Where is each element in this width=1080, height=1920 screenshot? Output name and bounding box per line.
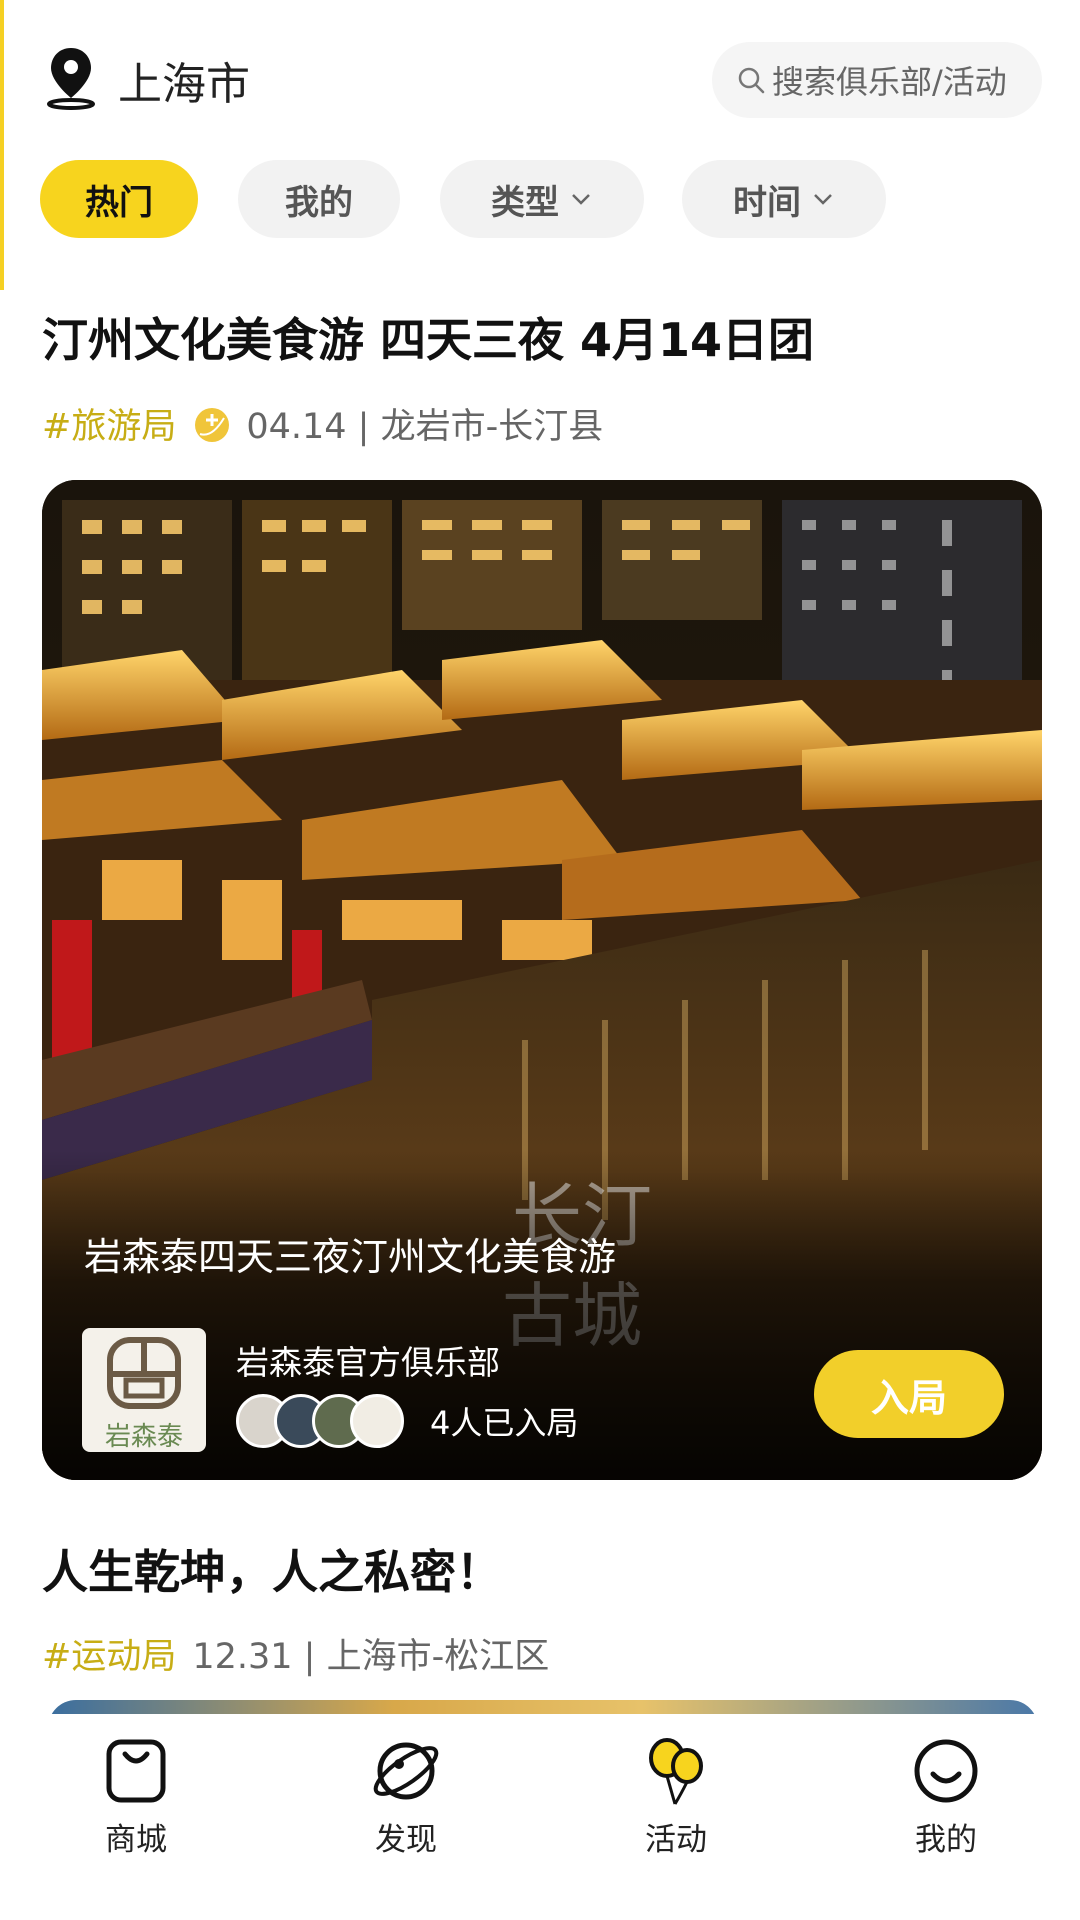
search-placeholder: 搜索俱乐部/活动 bbox=[772, 63, 1007, 101]
filter-type[interactable]: 类型 bbox=[440, 160, 644, 238]
bottom-nav: 商城 发现 活动 我的 bbox=[0, 1714, 1080, 1920]
post-meta: #运动局 12.31 | 上海市-松江区 bbox=[42, 1628, 549, 1679]
post-meta: #旅游局 04.14 | 龙岩市-长汀县 bbox=[42, 398, 603, 449]
planet-icon bbox=[373, 1742, 439, 1800]
nav-item-discover[interactable]: 发现 bbox=[336, 1734, 476, 1859]
nav-item-activity[interactable]: 活动 bbox=[606, 1734, 746, 1859]
post-date-location: 12.31 | 上海市-松江区 bbox=[192, 1637, 550, 1677]
post-title[interactable]: 汀州文化美食游 四天三夜 4月14日团 bbox=[42, 304, 814, 370]
nav-label-discover: 发现 bbox=[375, 1822, 437, 1858]
nav-label-profile: 我的 bbox=[915, 1822, 977, 1858]
chevron-down-icon bbox=[814, 194, 832, 205]
nav-label-shop: 商城 bbox=[105, 1822, 167, 1858]
filter-hot-label: 热门 bbox=[85, 182, 153, 223]
chevron-down-icon bbox=[572, 194, 590, 205]
nav-label-activity: 活动 bbox=[645, 1822, 707, 1858]
event-caption: 岩森泰四天三夜汀州文化美食游 bbox=[84, 1235, 617, 1279]
post-tag[interactable]: #旅游局 bbox=[42, 398, 176, 449]
avatar bbox=[350, 1394, 404, 1448]
post-date-location: 04.14 | 龙岩市-长汀县 bbox=[246, 407, 604, 447]
filter-time[interactable]: 时间 bbox=[682, 160, 886, 238]
joined-count: 4人已入局 bbox=[430, 1404, 579, 1442]
nav-item-profile[interactable]: 我的 bbox=[876, 1734, 1016, 1859]
nav-item-shop[interactable]: 商城 bbox=[66, 1734, 206, 1859]
filter-type-label: 类型 bbox=[491, 182, 559, 223]
post-title[interactable]: 人生乾坤，人之私密！ bbox=[42, 1536, 502, 1602]
participant-avatars[interactable] bbox=[236, 1394, 406, 1448]
top-header: 上海市 搜索俱乐部/活动 bbox=[0, 0, 1080, 150]
current-city[interactable]: 上海市 bbox=[118, 48, 250, 112]
filter-time-label: 时间 bbox=[733, 182, 801, 223]
filter-mine-label: 我的 bbox=[285, 182, 353, 223]
search-icon bbox=[738, 67, 765, 94]
club-logo[interactable]: 岩森泰 bbox=[82, 1328, 206, 1452]
join-button[interactable]: 入局 bbox=[814, 1350, 1004, 1438]
post-tag[interactable]: #运动局 bbox=[42, 1628, 176, 1679]
bag-icon bbox=[106, 1739, 166, 1803]
search-bar[interactable]: 搜索俱乐部/活动 bbox=[712, 42, 1042, 118]
event-card[interactable]: 长汀 古城 岩森泰四天三夜汀州文化美食游 岩森泰 岩森泰官方俱乐部 4人已入局 … bbox=[42, 480, 1042, 1480]
club-name[interactable]: 岩森泰官方俱乐部 bbox=[236, 1336, 500, 1384]
smile-icon bbox=[914, 1739, 978, 1803]
filter-mine[interactable]: 我的 bbox=[238, 160, 400, 238]
club-logo-text: 岩森泰 bbox=[104, 1422, 183, 1452]
location-pin-icon[interactable] bbox=[45, 44, 97, 110]
balloons-icon bbox=[649, 1738, 703, 1805]
plus-badge-icon bbox=[195, 407, 230, 442]
filter-hot[interactable]: 热门 bbox=[40, 160, 198, 238]
